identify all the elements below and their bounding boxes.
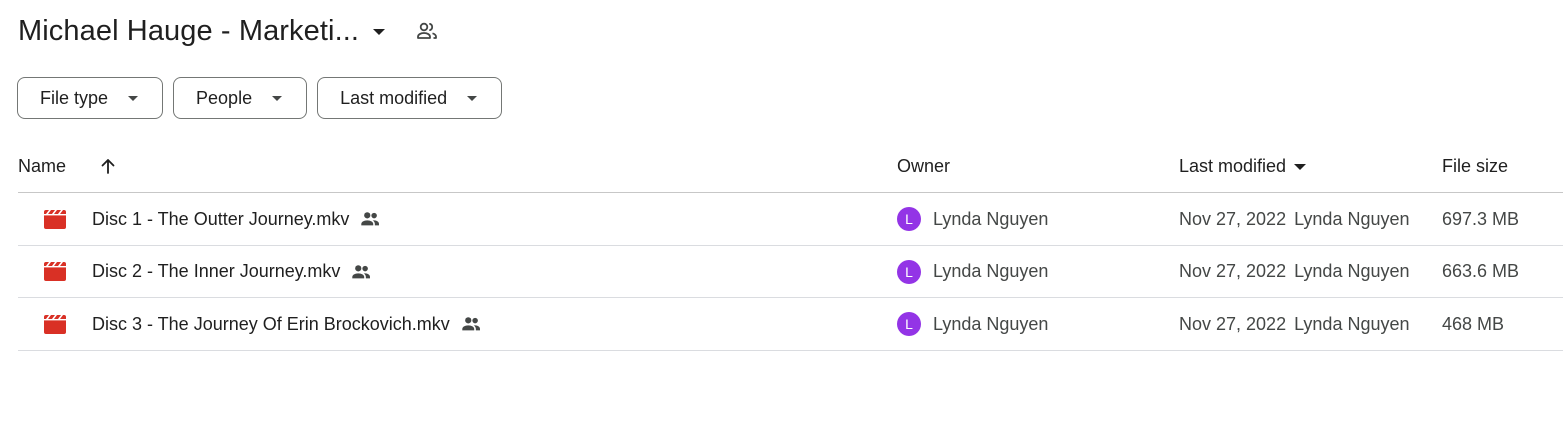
video-file-icon xyxy=(44,298,66,350)
column-header-file-size[interactable]: File size xyxy=(1442,140,1508,192)
filter-label: People xyxy=(196,87,253,108)
video-file-icon xyxy=(44,246,66,298)
column-header-owner[interactable]: Owner xyxy=(897,140,950,192)
file-size: 468 MB xyxy=(1442,313,1505,334)
file-name[interactable]: Disc 1 - The Outter Journey.mkv xyxy=(92,209,349,230)
shared-people-icon[interactable] xyxy=(415,19,439,43)
chevron-down-icon xyxy=(128,95,139,101)
last-modified-cell: Nov 27, 2022 Lynda Nguyen xyxy=(1179,193,1410,245)
filter-last-modified[interactable]: Last modified xyxy=(317,77,503,119)
chevron-down-icon xyxy=(272,95,283,101)
filter-people[interactable]: People xyxy=(173,77,308,119)
avatar[interactable]: L xyxy=(897,312,921,336)
shared-people-icon xyxy=(350,261,372,283)
file-size: 697.3 MB xyxy=(1442,208,1520,229)
folder-title-bar: Michael Hauge - Marketi... xyxy=(18,10,439,52)
shared-people-icon xyxy=(359,208,381,230)
shared-people-icon xyxy=(460,313,482,335)
owner-name: Lynda Nguyen xyxy=(933,208,1049,229)
last-modified-cell: Nov 27, 2022 Lynda Nguyen xyxy=(1179,246,1410,298)
file-table-header: Name Owner Last modified File size xyxy=(18,140,1563,193)
filter-label: File type xyxy=(40,87,109,108)
owner-cell: L Lynda Nguyen xyxy=(897,298,1048,350)
modified-by: Lynda Nguyen xyxy=(1294,208,1410,229)
file-row[interactable]: Disc 2 - The Inner Journey.mkv L Lynda N… xyxy=(18,246,1563,298)
modified-by: Lynda Nguyen xyxy=(1294,313,1410,334)
file-size: 663.6 MB xyxy=(1442,261,1520,281)
column-header-name[interactable]: Name xyxy=(18,140,66,192)
owner-cell: L Lynda Nguyen xyxy=(897,193,1048,245)
file-name[interactable]: Disc 2 - The Inner Journey.mkv xyxy=(92,261,340,282)
file-row[interactable]: Disc 1 - The Outter Journey.mkv L Lynda … xyxy=(18,193,1563,246)
file-name[interactable]: Disc 3 - The Journey Of Erin Brockovich.… xyxy=(92,314,450,335)
arrow-drop-down-icon[interactable] xyxy=(373,29,386,35)
modified-date: Nov 27, 2022 xyxy=(1179,261,1287,281)
avatar[interactable]: L xyxy=(897,259,921,284)
last-modified-cell: Nov 27, 2022 Lynda Nguyen xyxy=(1179,298,1410,350)
file-name-cell: Disc 1 - The Outter Journey.mkv xyxy=(92,193,381,245)
sort-arrow-up-icon[interactable] xyxy=(98,140,118,192)
avatar[interactable]: L xyxy=(897,207,921,231)
modified-date: Nov 27, 2022 xyxy=(1179,313,1287,334)
file-name-cell: Disc 3 - The Journey Of Erin Brockovich.… xyxy=(92,298,482,350)
filter-file-type[interactable]: File type xyxy=(17,77,164,119)
folder-title[interactable]: Michael Hauge - Marketi... xyxy=(18,15,359,48)
file-list: Disc 1 - The Outter Journey.mkv L Lynda … xyxy=(18,193,1563,351)
video-file-icon xyxy=(44,193,66,245)
owner-name: Lynda Nguyen xyxy=(933,313,1049,334)
owner-cell: L Lynda Nguyen xyxy=(897,246,1048,298)
file-row[interactable]: Disc 3 - The Journey Of Erin Brockovich.… xyxy=(18,298,1563,351)
file-name-cell: Disc 2 - The Inner Journey.mkv xyxy=(92,246,372,298)
filter-label: Last modified xyxy=(340,87,448,108)
filter-chips: File type People Last modified xyxy=(17,77,503,119)
sort-descending-icon xyxy=(1294,164,1307,170)
column-header-label: Last modified xyxy=(1179,155,1287,176)
owner-name: Lynda Nguyen xyxy=(933,261,1049,281)
column-header-last-modified[interactable]: Last modified xyxy=(1179,140,1307,192)
chevron-down-icon xyxy=(467,95,478,101)
modified-date: Nov 27, 2022 xyxy=(1179,208,1287,229)
modified-by: Lynda Nguyen xyxy=(1294,261,1410,281)
